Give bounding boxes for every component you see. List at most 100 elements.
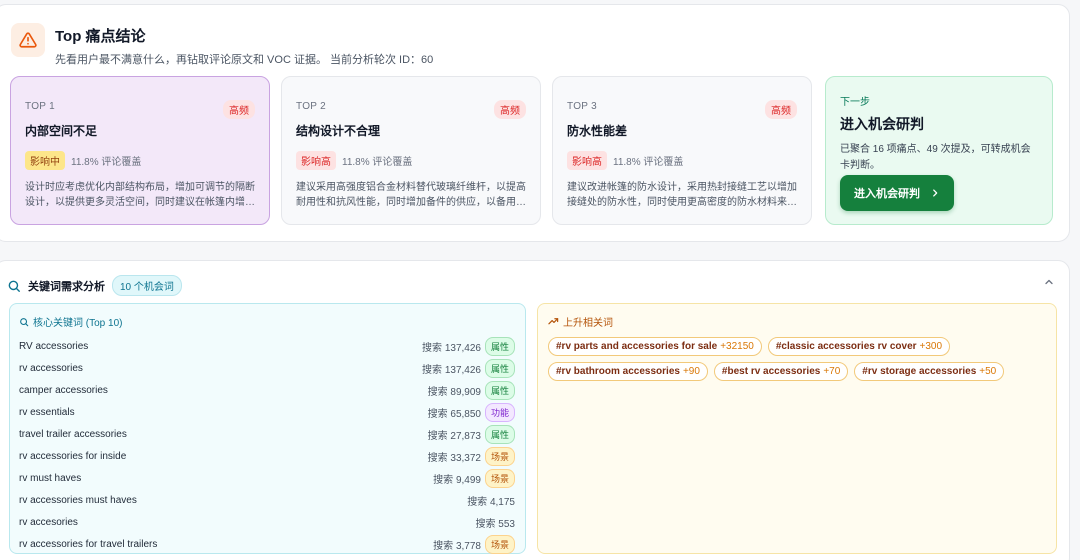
search-volume: 搜索 553 (475, 518, 515, 530)
chip-term: #rv bathroom accessories (556, 366, 680, 377)
opportunity-count-badge: 10 个机会词 (112, 275, 182, 296)
card-description: 建议采用高强度铝合金材料替代玻璃纤维杆，以提高耐用性和抗风性能，同时增加备件的供… (296, 182, 526, 208)
card-rank: TOP 1 (25, 101, 56, 112)
search-volume: 搜索 4,175 (467, 496, 515, 508)
chip-term: #rv storage accessories (862, 366, 977, 377)
keyword-type-tag: 属性 (484, 424, 515, 444)
keyword-list: RV accessories 搜索 137,426 属性 rv accessories… (19, 335, 515, 555)
chip-term: #best rv accessories (721, 366, 821, 377)
keyword-row[interactable]: rv must haves 搜索 9,499 场景 (19, 467, 515, 489)
keyword-analysis-panel: 关键词需求分析 10 个机会词 核心关键词 (Top 10) RV access… (0, 260, 1070, 560)
keyword-row[interactable]: rv accessories for inside 搜索 33,372 场景 (19, 445, 515, 467)
section-title: 关键词需求分析 (28, 280, 105, 293)
pain-conclusion-panel: Top 痛点结论 先看用户最不满意什么，再钻取评论原文和 VOC 证据。 当前分… (0, 4, 1070, 242)
chip-increase: +300 (919, 341, 943, 352)
frequency-badge: 高频 (223, 100, 255, 119)
search-volume: 搜索 3,778 (433, 540, 481, 552)
keyword-row[interactable]: rv accesories 搜索 553 (19, 511, 515, 533)
rising-keyword-chip[interactable]: #best rv accessories +70 (713, 362, 849, 381)
pain-card-top1[interactable]: TOP 1 高频 内部空间不足 影响中 11.8% 评论覆盖 设计时应考虑优化内… (10, 76, 270, 225)
card-title: 结构设计不合理 (296, 124, 381, 138)
chip-increase: +50 (979, 366, 997, 377)
card-title: 防水性能差 (567, 124, 628, 138)
rising-keyword-chip[interactable]: #rv bathroom accessories +90 (548, 362, 708, 381)
keyword-text: rv accesories (19, 516, 78, 528)
chevron-up-icon (1045, 279, 1053, 285)
coverage-text: 11.8% 评论覆盖 (71, 157, 142, 168)
trending-up-icon (548, 318, 559, 325)
search-volume: 搜索 33,372 (427, 452, 481, 464)
rising-keyword-chip[interactable]: #rv storage accessories +50 (854, 362, 1005, 381)
keyword-row[interactable]: rv essentials 搜索 65,850 功能 (19, 401, 515, 423)
core-keywords-header: 核心关键词 (Top 10) (19, 314, 515, 329)
keyword-row[interactable]: RV accessories 搜索 137,426 属性 (19, 335, 515, 357)
keyword-text: camper accessories (19, 384, 108, 396)
impact-badge: 影响中 (25, 151, 65, 170)
keyword-section-header: 关键词需求分析 10 个机会词 (7, 275, 182, 296)
core-keywords-title: 核心关键词 (Top 10) (33, 318, 123, 329)
pain-card-top2[interactable]: TOP 2 高频 结构设计不合理 影响高 11.8% 评论覆盖 建议采用高强度铝… (281, 76, 541, 225)
keyword-type-tag: 属性 (484, 380, 515, 400)
impact-badge: 影响高 (296, 151, 336, 170)
coverage-text: 11.8% 评论覆盖 (613, 157, 684, 168)
search-icon (8, 280, 20, 292)
page-title: Top 痛点结论 (55, 28, 146, 45)
keyword-text: rv accessories must haves (19, 494, 137, 506)
keyword-type-tag: 场景 (484, 534, 515, 554)
rising-keyword-chips: #rv parts and accessories for sale +32150… (548, 337, 1018, 381)
keyword-row[interactable]: rv accessories 搜索 137,426 属性 (19, 357, 515, 379)
card-description: 建议改进帐篷的防水设计，采用热封接缝工艺以增加接缝处的防水性，同时使用更高密度的… (567, 182, 797, 208)
card-rank: TOP 2 (296, 101, 327, 112)
next-step-text: 已聚合 16 项痛点、49 次提及，可转成机会卡判断。 (840, 144, 1031, 171)
search-volume: 搜索 65,850 (427, 408, 481, 420)
keyword-type-tag: 场景 (484, 446, 515, 466)
keyword-text: RV accessories (19, 340, 89, 352)
frequency-badge: 高频 (765, 100, 797, 119)
next-step-label: 下一步 (840, 97, 870, 108)
card-rank: TOP 3 (567, 101, 598, 112)
chip-increase: +32150 (720, 341, 754, 352)
keyword-text: rv essentials (19, 406, 75, 418)
warning-icon (19, 32, 37, 48)
impact-badge: 影响高 (567, 151, 607, 170)
next-step-title: 进入机会研判 (840, 116, 924, 132)
keyword-type-tag: 场景 (484, 468, 515, 488)
keyword-text: rv accessories (19, 362, 83, 374)
search-volume: 搜索 9,499 (433, 474, 481, 486)
card-description: 设计时应考虑优化内部结构布局，增加可调节的隔断设计，以提供更多灵活空间，同时建议… (25, 182, 255, 208)
next-step-card: 下一步 进入机会研判 已聚合 16 项痛点、49 次提及，可转成机会卡判断。 进… (825, 76, 1053, 225)
warning-badge (11, 23, 45, 57)
frequency-badge: 高频 (494, 100, 526, 119)
coverage-text: 11.8% 评论覆盖 (342, 157, 413, 168)
keyword-type-tag: 功能 (484, 402, 515, 422)
enter-opportunity-button[interactable]: 进入机会研判 (840, 175, 954, 211)
keyword-text: travel trailer accessories (19, 428, 127, 440)
keyword-row[interactable]: rv accessories must haves 搜索 4,175 (19, 489, 515, 511)
rising-keyword-chip[interactable]: #rv parts and accessories for sale +32150 (548, 337, 762, 356)
rising-keyword-chip[interactable]: #classic accessories rv cover +300 (767, 337, 951, 356)
search-icon (20, 317, 29, 326)
rising-keywords-title: 上升相关词 (563, 318, 613, 329)
search-volume: 搜索 137,426 (422, 342, 481, 354)
keyword-row[interactable]: travel trailer accessories 搜索 27,873 属性 (19, 423, 515, 445)
chip-term: #classic accessories rv cover (775, 341, 917, 352)
core-keywords-box: 核心关键词 (Top 10) RV accessories 搜索 137,426 属… (9, 303, 526, 554)
collapse-toggle[interactable] (1043, 275, 1055, 293)
keyword-text: rv accessories for travel trailers (19, 538, 158, 550)
card-title: 内部空间不足 (25, 124, 98, 138)
keyword-text: rv must haves (19, 472, 82, 484)
keyword-row[interactable]: rv accessories for travel trailers 搜索 3,7… (19, 533, 515, 555)
keyword-row[interactable]: camper accessories 搜索 89,909 属性 (19, 379, 515, 401)
chevron-right-icon (933, 189, 938, 197)
chip-increase: +90 (682, 366, 700, 377)
search-volume: 搜索 27,873 (427, 430, 481, 442)
pain-card-top3[interactable]: TOP 3 高频 防水性能差 影响高 11.8% 评论覆盖 建议改进帐篷的防水设… (552, 76, 812, 225)
rising-keywords-box: 上升相关词 #rv parts and accessories for sale… (537, 303, 1057, 554)
button-label: 进入机会研判 (854, 188, 920, 200)
search-volume: 搜索 89,909 (427, 386, 481, 398)
page-subtitle: 先看用户最不满意什么，再钻取评论原文和 VOC 证据。 当前分析轮次 ID：60 (55, 54, 434, 66)
rising-keywords-header: 上升相关词 (548, 314, 1046, 329)
keyword-type-tag: 属性 (484, 358, 515, 378)
chip-increase: +70 (823, 366, 841, 377)
chip-term: #rv parts and accessories for sale (556, 341, 718, 352)
